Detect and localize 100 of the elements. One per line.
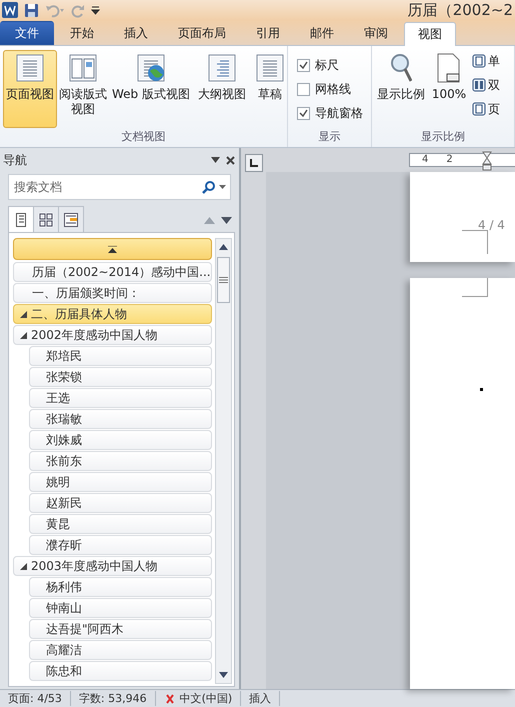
outline-item-text: 濮存昕 <box>46 536 82 554</box>
dropdown-icon[interactable] <box>219 185 226 189</box>
status-item[interactable]: 字数: 53,946 <box>70 691 156 706</box>
scrollbar[interactable] <box>215 238 232 684</box>
outline-item[interactable]: 二、历届具体人物 <box>13 304 212 324</box>
ribbon-tab[interactable]: 开始 <box>56 21 108 45</box>
ribbon-tab[interactable]: 插入 <box>110 21 162 45</box>
next-button[interactable] <box>218 217 235 224</box>
globe-page-icon <box>136 53 166 83</box>
outline-item[interactable]: 高耀洁 <box>29 640 212 660</box>
outline-item[interactable]: 杨利伟 <box>29 577 212 597</box>
group-label: 显示 <box>318 129 340 145</box>
outline-icon <box>207 53 237 83</box>
ribbon-tab[interactable]: 引用 <box>242 21 294 45</box>
outline-item-text: 黄昆 <box>46 516 70 532</box>
outline-item[interactable]: 赵新民 <box>29 493 212 513</box>
indent-marker-icon[interactable] <box>482 151 492 171</box>
ribbon-tab[interactable]: 邮件 <box>296 21 348 45</box>
outline-item[interactable]: 2003年度感动中国人物 <box>13 556 212 576</box>
checkbox[interactable] <box>297 58 310 72</box>
expanded-icon[interactable] <box>20 562 27 570</box>
dropdown-icon[interactable] <box>211 157 220 163</box>
outline-item-text: 赵新民 <box>46 494 82 512</box>
outline-item[interactable]: 郑培民 <box>29 346 212 366</box>
outline-item-text: 达吾提"阿西木 <box>46 620 124 638</box>
outline-item[interactable]: 王选 <box>29 388 212 408</box>
group-label: 显示比例 <box>421 129 465 145</box>
outline-item-text: 钟南山 <box>46 600 82 616</box>
search-box[interactable]: 搜索文档 <box>8 174 231 200</box>
outline-item-text: 二、历届具体人物 <box>31 306 127 322</box>
outline-item[interactable]: 陈忠和 <box>29 661 212 681</box>
checkbox[interactable] <box>297 82 310 96</box>
pane-tab[interactable] <box>8 206 34 232</box>
customize-toolbar-icon[interactable] <box>91 4 100 16</box>
status-item[interactable]: 插入 <box>241 691 280 706</box>
zoom-button[interactable]: 显示比例 <box>375 50 427 128</box>
collapse-icon <box>108 246 117 252</box>
page-icon <box>436 53 462 83</box>
expanded-icon[interactable] <box>20 310 27 318</box>
page-view-button[interactable]: 双 <box>471 74 501 96</box>
group-label: 文档视图 <box>122 129 166 145</box>
page-layout-icon <box>472 102 486 116</box>
draft-icon <box>255 53 285 83</box>
magnifier-icon <box>390 53 412 83</box>
outline-item-text: 姚明 <box>46 474 70 490</box>
ribbon-tab[interactable]: 页面布局 <box>164 21 240 45</box>
outline-item-text: 陈忠和 <box>46 662 82 680</box>
close-icon[interactable] <box>226 156 235 164</box>
page-view-button[interactable]: 单 <box>471 50 501 72</box>
results-icon <box>64 212 78 226</box>
outline-item[interactable]: 达吾提"阿西木 <box>29 619 212 639</box>
ribbon-tab[interactable]: 审阅 <box>350 21 402 45</box>
outline-item[interactable]: 黄昆 <box>29 514 212 534</box>
tab-stop-button[interactable] <box>244 154 262 172</box>
view-button[interactable]: 草稿 <box>251 50 289 128</box>
view-button[interactable]: 阅读版式视图 <box>58 50 108 128</box>
checkbox-label: 导航窗格 <box>315 104 363 122</box>
outline-item-text: 刘姝威 <box>46 432 82 448</box>
grip-icon[interactable] <box>219 277 228 283</box>
search-icon[interactable] <box>202 180 215 194</box>
outline-item-text: 郑培民 <box>46 348 82 364</box>
page-layout-icon <box>472 78 486 92</box>
outline-item[interactable]: 历届（2002~2014）感动中国... <box>13 262 212 282</box>
word-logo-icon[interactable] <box>2 2 18 18</box>
outline-item-text: 张荣锁 <box>46 368 82 386</box>
outline-item-text: 2003年度感动中国人物 <box>31 558 158 574</box>
view-button[interactable]: 大纲视图 <box>194 50 250 128</box>
pane-title: 导航 <box>3 152 27 168</box>
proofing-error-icon <box>164 694 176 704</box>
checkbox[interactable] <box>297 106 310 120</box>
outline-item[interactable]: 濮存昕 <box>29 535 212 555</box>
save-icon[interactable] <box>24 2 39 18</box>
ruler-number: 4 <box>422 155 428 165</box>
outline-item[interactable]: 张荣锁 <box>29 367 212 387</box>
outline-item[interactable]: 张瑞敏 <box>29 409 212 429</box>
outline-item-text: 张前东 <box>46 452 82 470</box>
page-layout-icon <box>472 54 486 68</box>
outline-item[interactable]: 张前东 <box>29 451 212 471</box>
outline-item[interactable]: 刘姝威 <box>29 430 212 450</box>
status-item[interactable]: 页面: 4/53 <box>0 691 71 706</box>
ribbon-tab[interactable]: 视图 <box>404 22 456 46</box>
outline-item[interactable]: 钟南山 <box>29 598 212 618</box>
file-tab[interactable]: 文件 <box>0 21 54 45</box>
outline-item[interactable]: 姚明 <box>29 472 212 492</box>
outline-item[interactable]: 一、历届颁奖时间： <box>13 283 212 303</box>
expanded-icon[interactable] <box>20 332 27 338</box>
headings-icon <box>16 212 26 226</box>
zoom-button[interactable]: 100% <box>428 50 470 128</box>
left-tab-icon <box>250 159 258 167</box>
outline-item-text: 一、历届颁奖时间： <box>32 284 140 302</box>
page-view-button[interactable]: 页 <box>471 98 501 120</box>
status-item[interactable]: 中文(中国) <box>156 691 242 706</box>
crop-mark-icon <box>462 230 488 254</box>
pane-tab[interactable] <box>58 206 84 232</box>
pane-tab[interactable] <box>33 206 59 232</box>
page-icon <box>15 53 45 83</box>
outline-item-text: 张瑞敏 <box>46 410 82 428</box>
view-button[interactable]: Web 版式视图 <box>109 50 193 128</box>
view-button[interactable]: 页面视图 <box>3 50 57 128</box>
outline-item[interactable]: 2002年度感动中国人物 <box>13 325 212 345</box>
